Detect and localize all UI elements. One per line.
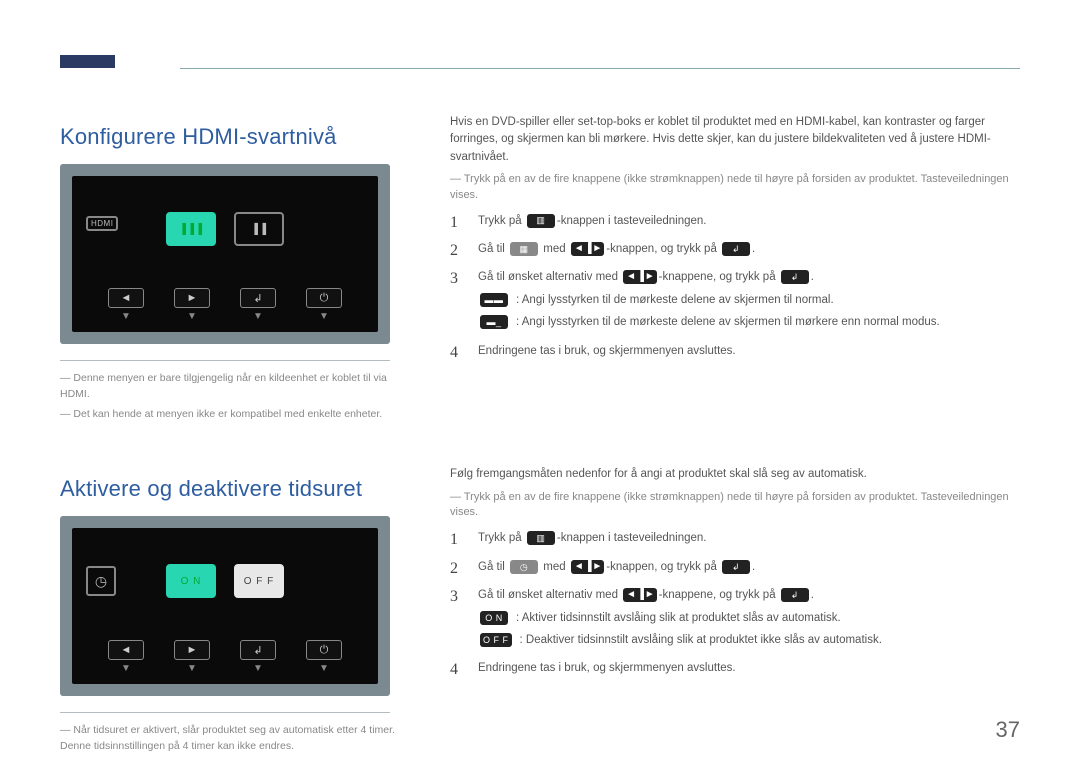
intro-text: Hvis en DVD-spiller eller set-top-boks e… — [450, 114, 1020, 166]
nav-arrows-icon: ◄ ▐ ► — [571, 242, 604, 256]
footnote: Når tidsuret er aktivert, slår produktet… — [60, 723, 400, 755]
right-column: Følg fremgangsmåten nedenfor for å angi … — [450, 454, 1020, 677]
level-normal-icon: ▬▬ — [480, 293, 508, 307]
section-title: Konfigurere HDMI-svartnivå — [60, 124, 400, 150]
screen: ◷ O N O F F ◄▼ ►▼ ↲▼ ⏻▼ — [72, 528, 378, 684]
off-label-icon: O F F — [480, 633, 512, 647]
nav-arrows-icon: ◄ ▐ ► — [571, 560, 604, 574]
hw-power-button: ⏻ — [306, 640, 342, 660]
step-list: Trykk på ▥-knappen i tasteveiledningen. … — [450, 212, 1020, 360]
left-column: Konfigurere HDMI-svartnivå HDMI ▐▐▐ ▐▐ ◄… — [60, 102, 400, 426]
step-2: Gå til ◷ med ◄ ▐ ►-knappen, og trykk på … — [450, 558, 1020, 576]
hw-button-row: ◄ ▼ ► ▼ ↲ ▼ ⏻ ▼ — [72, 640, 378, 674]
step-4: Endringene tas i bruk, og skjermmenyen a… — [450, 659, 1020, 677]
chevron-down-icon: ▼ — [319, 663, 329, 674]
divider — [60, 360, 390, 361]
chevron-down-icon: ▼ — [121, 311, 131, 322]
osd-options: ▐▐▐ ▐▐ — [72, 212, 378, 246]
menu-icon: ▥ — [527, 214, 555, 228]
step-3: Gå til ønsket alternativ med ◄ ▐ ►-knapp… — [450, 268, 1020, 331]
hw-power-button: ⏻ — [306, 288, 342, 308]
divider — [60, 712, 390, 713]
section-hdmi-black-level: Konfigurere HDMI-svartnivå HDMI ▐▐▐ ▐▐ ◄… — [60, 30, 1020, 360]
hw-left-button: ◄ — [108, 288, 144, 308]
pre-step-note: Trykk på en av de fire knappene (ikke st… — [450, 172, 1020, 204]
section-timer: Aktivere og deaktivere tidsuret ◷ O N O … — [60, 426, 1020, 677]
nav-arrows-icon: ◄ ▐ ► — [623, 270, 656, 284]
hw-left-button: ◄ — [108, 640, 144, 660]
chevron-down-icon: ▼ — [187, 311, 197, 322]
chevron-down-icon: ▼ — [319, 311, 329, 322]
osd-options: O N O F F — [72, 564, 378, 598]
section-title: Aktivere og deaktivere tidsuret — [60, 476, 400, 502]
header-accent — [60, 55, 115, 68]
osd-option-off: O F F — [234, 564, 284, 598]
step-4: Endringene tas i bruk, og skjermmenyen a… — [450, 342, 1020, 360]
step-2: Gå til ▦ med ◄ ▐ ►-knappen, og trykk på … — [450, 240, 1020, 258]
hdmi-target-icon: ▦ — [510, 242, 538, 256]
left-column: Aktivere og deaktivere tidsuret ◷ O N O … — [60, 454, 400, 759]
manual-page: Konfigurere HDMI-svartnivå HDMI ▐▐▐ ▐▐ ◄… — [0, 0, 1080, 763]
chevron-down-icon: ▼ — [121, 663, 131, 674]
footnote: Det kan hende at menyen ikke er kompatib… — [60, 407, 400, 423]
chevron-down-icon: ▼ — [253, 311, 263, 322]
hw-enter-button: ↲ — [240, 640, 276, 660]
enter-icon: ↲ — [722, 560, 750, 574]
step-1: Trykk på ▥-knappen i tasteveiledningen. — [450, 529, 1020, 547]
header-rule — [180, 68, 1020, 69]
osd-option-low: ▐▐ — [234, 212, 284, 246]
enter-icon: ↲ — [722, 242, 750, 256]
sub-option-normal: ▬▬: Angi lysstyrken til de mørkeste dele… — [478, 291, 1020, 309]
menu-icon: ▥ — [527, 531, 555, 545]
sub-option-off: O F F: Deaktiver tidsinnstilt avslåing s… — [478, 631, 1020, 649]
page-number: 37 — [996, 717, 1020, 743]
osd-option-normal: ▐▐▐ — [166, 212, 216, 246]
step-list: Trykk på ▥-knappen i tasteveiledningen. … — [450, 529, 1020, 677]
enter-icon: ↲ — [781, 270, 809, 284]
osd-option-on: O N — [166, 564, 216, 598]
footnote: Denne menyen er bare tilgjengelig når en… — [60, 371, 400, 403]
on-label-icon: O N — [480, 611, 508, 625]
level-low-icon: ▬_ — [480, 315, 508, 329]
hw-right-button: ► — [174, 640, 210, 660]
monitor-illustration-timer: ◷ O N O F F ◄▼ ►▼ ↲▼ ⏻▼ — [60, 516, 390, 696]
intro-text: Følg fremgangsmåten nedenfor for å angi … — [450, 466, 1020, 483]
monitor-illustration-hdmi: HDMI ▐▐▐ ▐▐ ◄▼ ►▼ ↲▼ ⏻▼ — [60, 164, 390, 344]
hw-right-button: ► — [174, 288, 210, 308]
hw-button-row: ◄ ▼ ► ▼ ↲ ▼ ⏻ ▼ — [72, 288, 378, 322]
enter-icon: ↲ — [781, 588, 809, 602]
step-1: Trykk på ▥-knappen i tasteveiledningen. — [450, 212, 1020, 230]
chevron-down-icon: ▼ — [187, 663, 197, 674]
hw-enter-button: ↲ — [240, 288, 276, 308]
screen: HDMI ▐▐▐ ▐▐ ◄▼ ►▼ ↲▼ ⏻▼ — [72, 176, 378, 332]
chevron-down-icon: ▼ — [253, 663, 263, 674]
step-3: Gå til ønsket alternativ med ◄ ▐ ►-knapp… — [450, 586, 1020, 649]
pre-step-note: Trykk på en av de fire knappene (ikke st… — [450, 490, 1020, 522]
sub-option-low: ▬_: Angi lysstyrken til de mørkeste dele… — [478, 313, 1020, 331]
timer-target-icon: ◷ — [510, 560, 538, 574]
nav-arrows-icon: ◄ ▐ ► — [623, 588, 656, 602]
right-column: Hvis en DVD-spiller eller set-top-boks e… — [450, 102, 1020, 360]
sub-option-on: O N: Aktiver tidsinnstilt avslåing slik … — [478, 609, 1020, 627]
